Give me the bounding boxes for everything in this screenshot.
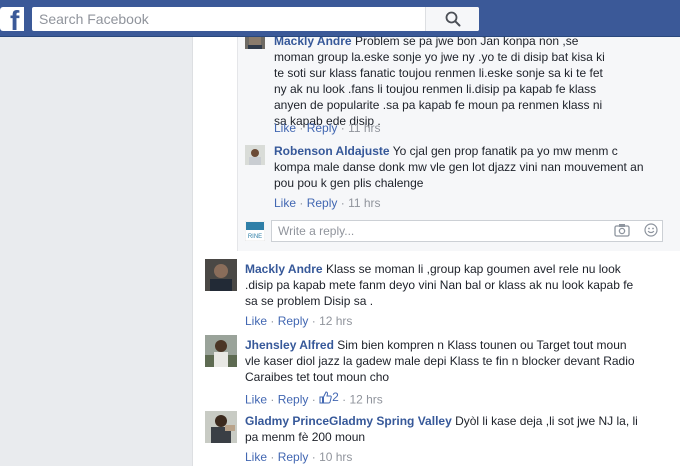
comment-author-link[interactable]: Gladmy PrinceGladmy Spring Valley bbox=[245, 414, 452, 428]
search-input[interactable] bbox=[32, 7, 436, 31]
comment-timestamp[interactable]: 12 hrs bbox=[319, 314, 352, 328]
facebook-logo-icon[interactable]: f bbox=[0, 7, 24, 31]
like-count[interactable]: 2 bbox=[319, 389, 339, 405]
comment-author-link[interactable]: Mackly Andre bbox=[245, 262, 323, 276]
reply-input[interactable]: Write a reply... bbox=[271, 220, 663, 242]
comment-actions: Like · Reply · 2 · 12 hrs bbox=[245, 389, 383, 407]
comment-timestamp[interactable]: 10 hrs bbox=[319, 450, 352, 464]
reply-comment: Robenson Aldajuste Yo cjal gen prop fana… bbox=[245, 143, 645, 213]
thumbs-up-icon bbox=[319, 390, 332, 403]
reply-link[interactable]: Reply bbox=[278, 450, 309, 464]
search-icon bbox=[445, 11, 460, 27]
comment-author-link[interactable]: Jhensley Alfred bbox=[245, 338, 334, 352]
comment: Jhensley Alfred Sim bien kompren n Klass… bbox=[205, 335, 675, 407]
top-bar: f bbox=[0, 0, 680, 37]
reply-link[interactable]: Reply bbox=[307, 196, 338, 210]
comment-body: Mackly Andre Problem se pa jwe bon Jan k… bbox=[274, 37, 618, 129]
svg-text:RINE: RINE bbox=[248, 234, 262, 240]
like-link[interactable]: Like bbox=[274, 196, 296, 210]
comment-author-link[interactable]: Robenson Aldajuste bbox=[274, 144, 390, 158]
camera-icon[interactable] bbox=[614, 223, 630, 237]
emoji-icon[interactable] bbox=[644, 223, 658, 237]
avatar[interactable] bbox=[205, 259, 237, 291]
avatar: RINE bbox=[244, 220, 266, 242]
comment-body: Robenson Aldajuste Yo cjal gen prop fana… bbox=[274, 143, 654, 191]
comment-actions: Like · Reply · 12 hrs bbox=[245, 314, 353, 328]
reply-link[interactable]: Reply bbox=[278, 393, 309, 407]
search-button[interactable] bbox=[425, 7, 479, 31]
comment-body: Mackly Andre Klass se moman li ,group ka… bbox=[245, 261, 635, 309]
comment-author-link[interactable]: Mackly Andre bbox=[274, 37, 352, 48]
avatar[interactable] bbox=[205, 335, 237, 367]
avatar[interactable] bbox=[245, 37, 265, 49]
like-link[interactable]: Like bbox=[274, 121, 296, 135]
comment-text: Problem se pa jwe bon Jan konpa non ,se … bbox=[274, 37, 605, 128]
comment-timestamp[interactable]: 11 hrs bbox=[348, 121, 380, 135]
reply-link[interactable]: Reply bbox=[307, 121, 338, 135]
comment-timestamp[interactable]: 12 hrs bbox=[349, 393, 382, 407]
reply-comment: Mackly Andre Problem se pa jwe bon Jan k… bbox=[245, 37, 645, 135]
avatar[interactable] bbox=[245, 145, 265, 165]
comment-body: Gladmy PrinceGladmy Spring Valley Dyòl l… bbox=[245, 413, 645, 445]
comment-body: Jhensley Alfred Sim bien kompren n Klass… bbox=[245, 337, 645, 385]
avatar[interactable] bbox=[205, 411, 237, 443]
like-link[interactable]: Like bbox=[245, 393, 267, 407]
search-bar bbox=[32, 7, 479, 31]
comment: Gladmy PrinceGladmy Spring Valley Dyòl l… bbox=[205, 411, 675, 466]
comment-actions: Like · Reply · 10 hrs bbox=[245, 450, 353, 464]
comment-actions: Like · Reply · 11 hrs bbox=[274, 121, 381, 135]
comment-timestamp[interactable]: 11 hrs bbox=[348, 196, 380, 210]
like-link[interactable]: Like bbox=[245, 314, 267, 328]
like-link[interactable]: Like bbox=[245, 450, 267, 464]
comment: Mackly Andre Klass se moman li ,group ka… bbox=[205, 259, 675, 329]
comment-actions: Like · Reply · 11 hrs bbox=[274, 196, 381, 210]
reply-link[interactable]: Reply bbox=[278, 314, 309, 328]
write-reply-row: RINE Write a reply... bbox=[244, 218, 663, 244]
comments-panel: Mackly Andre Problem se pa jwe bon Jan k… bbox=[192, 37, 680, 466]
